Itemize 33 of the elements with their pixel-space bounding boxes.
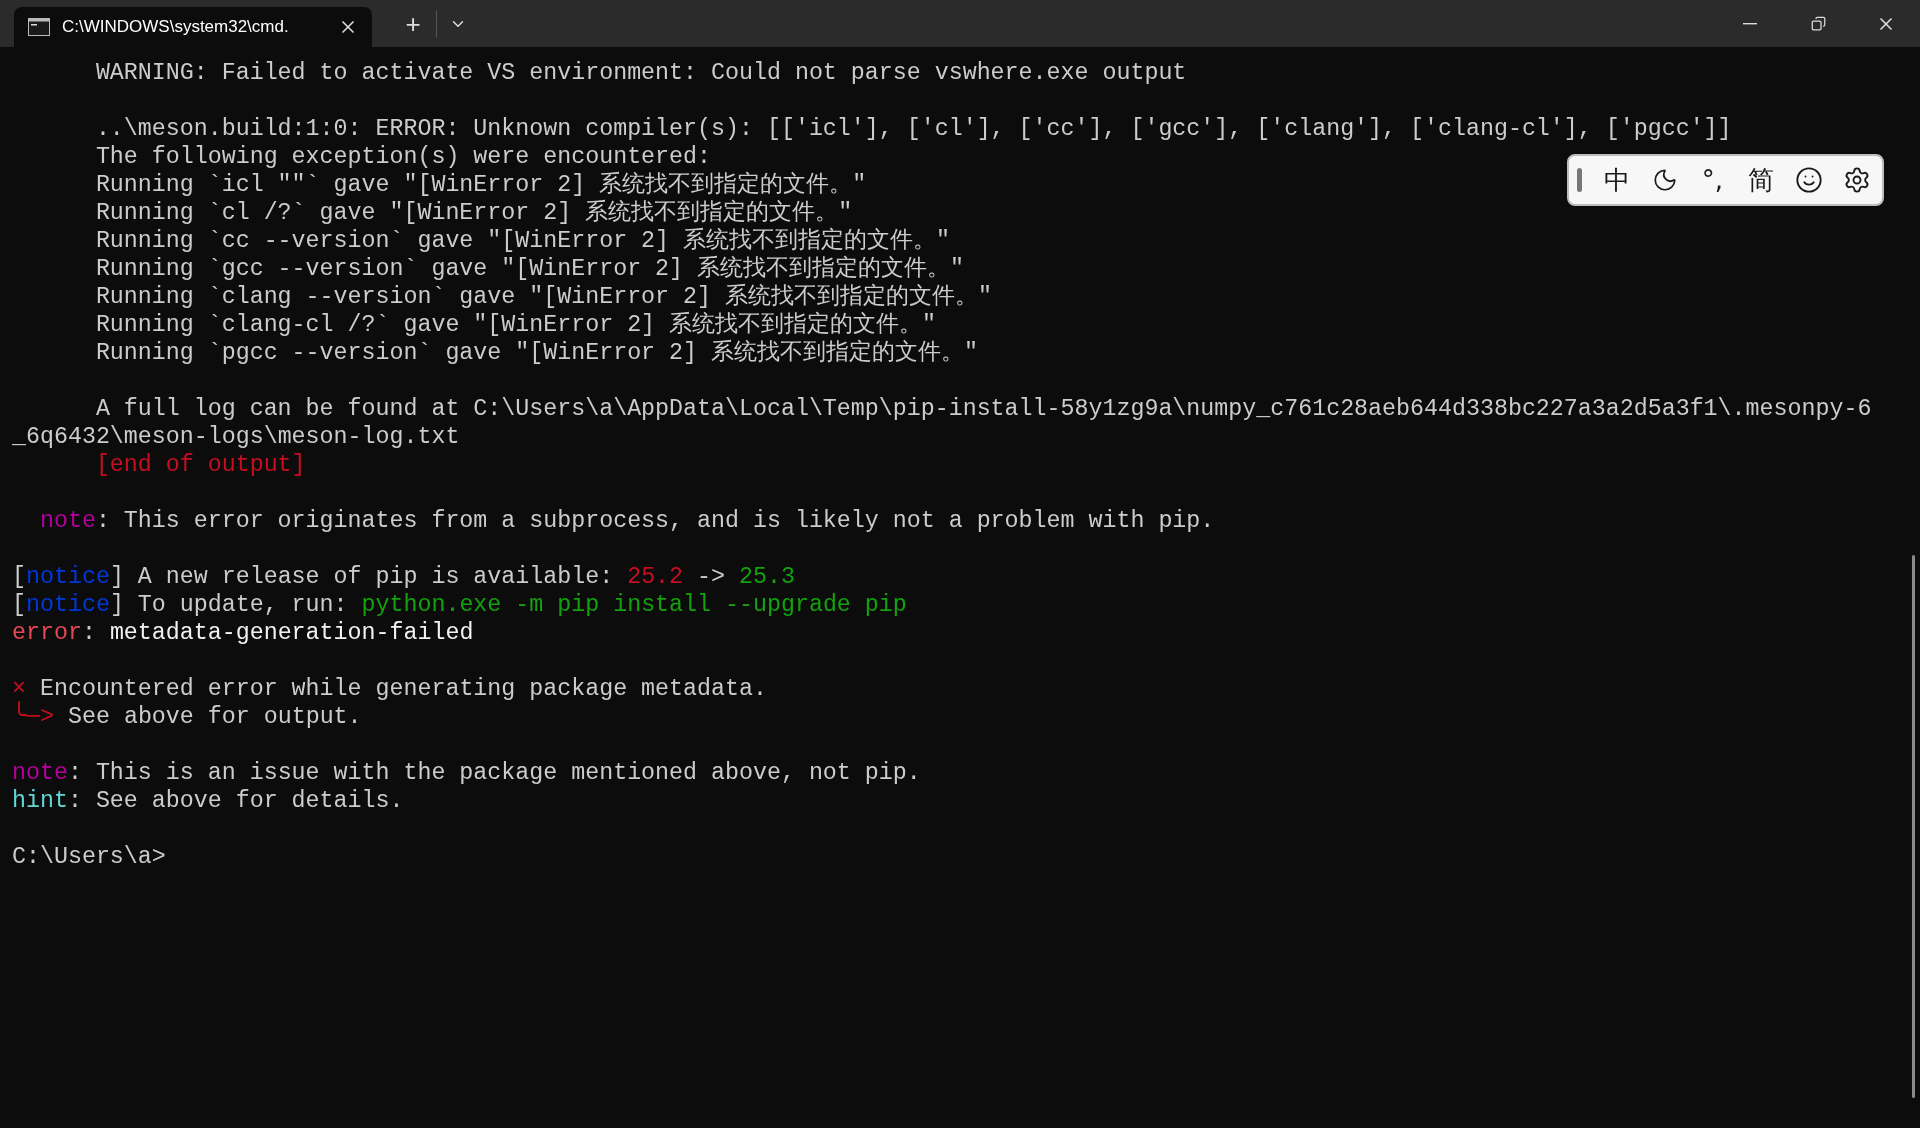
terminal-line: Running `icl ""` gave "[WinError 2] 系统找不到指定的文件。" — [95, 171, 867, 199]
terminal-line: ..\meson.build:1:0: ERROR: Unknown compiler(s): [['icl'], ['cl'], ['cc'], ['gcc'], ['clang'], ['clang-cl'], ['pgcc']] — [95, 115, 1732, 143]
terminal-line: Running `cl /?` gave "[WinError 2] 系统找不到指定的文件。" — [95, 199, 853, 227]
terminal-line: _6q6432\meson-logs\meson-log.txt — [12, 423, 460, 451]
terminal-line: A full log can be found at C:\Users\a\AppData\Local\Temp\pip-install-58y1zg9a\numpy_c761c28aeb644d338bc227a3a2d5a3f1\.mesonpy-6 — [95, 395, 1872, 423]
ime-mode-button[interactable]: 中 — [1597, 163, 1636, 197]
scrollbar[interactable] — [1911, 555, 1915, 1098]
terminal-line: Running `cc --version` gave "[WinError 2] 系统找不到指定的文件。" — [95, 227, 951, 255]
terminal-line: ╰─> See above for output. — [12, 703, 362, 731]
terminal-line: Running `clang-cl /?` gave "[WinError 2] 系统找不到指定的文件。" — [95, 311, 937, 339]
terminal-line: error: metadata-generation-failed — [12, 619, 474, 647]
terminal-line: note: This error originates from a subprocess, and is likely not a problem with pip. — [39, 507, 1215, 535]
terminal-line: [notice] To update, run: python.exe -m pip install --upgrade pip — [12, 591, 907, 619]
terminal-line: WARNING: Failed to activate VS environment: Could not parse vswhere.exe output — [95, 59, 1187, 87]
minimize-icon — [1743, 22, 1757, 25]
ime-mode-button[interactable]: °, — [1693, 163, 1732, 197]
terminal-line: The following exception(s) were encountered: — [95, 143, 711, 171]
ime-mode-button[interactable]: 简 — [1741, 163, 1780, 197]
terminal-line: C:\Users\a> — [12, 843, 166, 871]
terminal-line: note: This is an issue with the package mentioned above, not pip. — [12, 759, 921, 787]
tab-title: C:\WINDOWS\system32\cmd. — [62, 16, 290, 39]
terminal-line: Running `pgcc --version` gave "[WinError 2] 系统找不到指定的文件。" — [95, 339, 978, 367]
terminal-tab[interactable]: C:\WINDOWS\system32\cmd. — [14, 7, 372, 47]
new-tab-button[interactable]: + — [396, 7, 430, 41]
terminal-line: Running `gcc --version` gave "[WinError 2] 系统找不到指定的文件。" — [95, 255, 964, 283]
terminal-line: × Encountered error while generating package metadata. — [12, 675, 767, 702]
terminal-line: Running `clang --version` gave "[WinError 2] 系统找不到指定的文件。" — [95, 283, 992, 311]
terminal-line: [end of output] — [95, 451, 306, 479]
restore-icon — [1810, 16, 1826, 31]
terminal-line: [notice] A new release of pip is available: 25.2 -> 25.3 — [12, 563, 795, 591]
terminal-line: hint: See above for details. — [12, 787, 404, 815]
console-icon — [28, 18, 50, 36]
drag-handle[interactable] — [1577, 168, 1582, 192]
